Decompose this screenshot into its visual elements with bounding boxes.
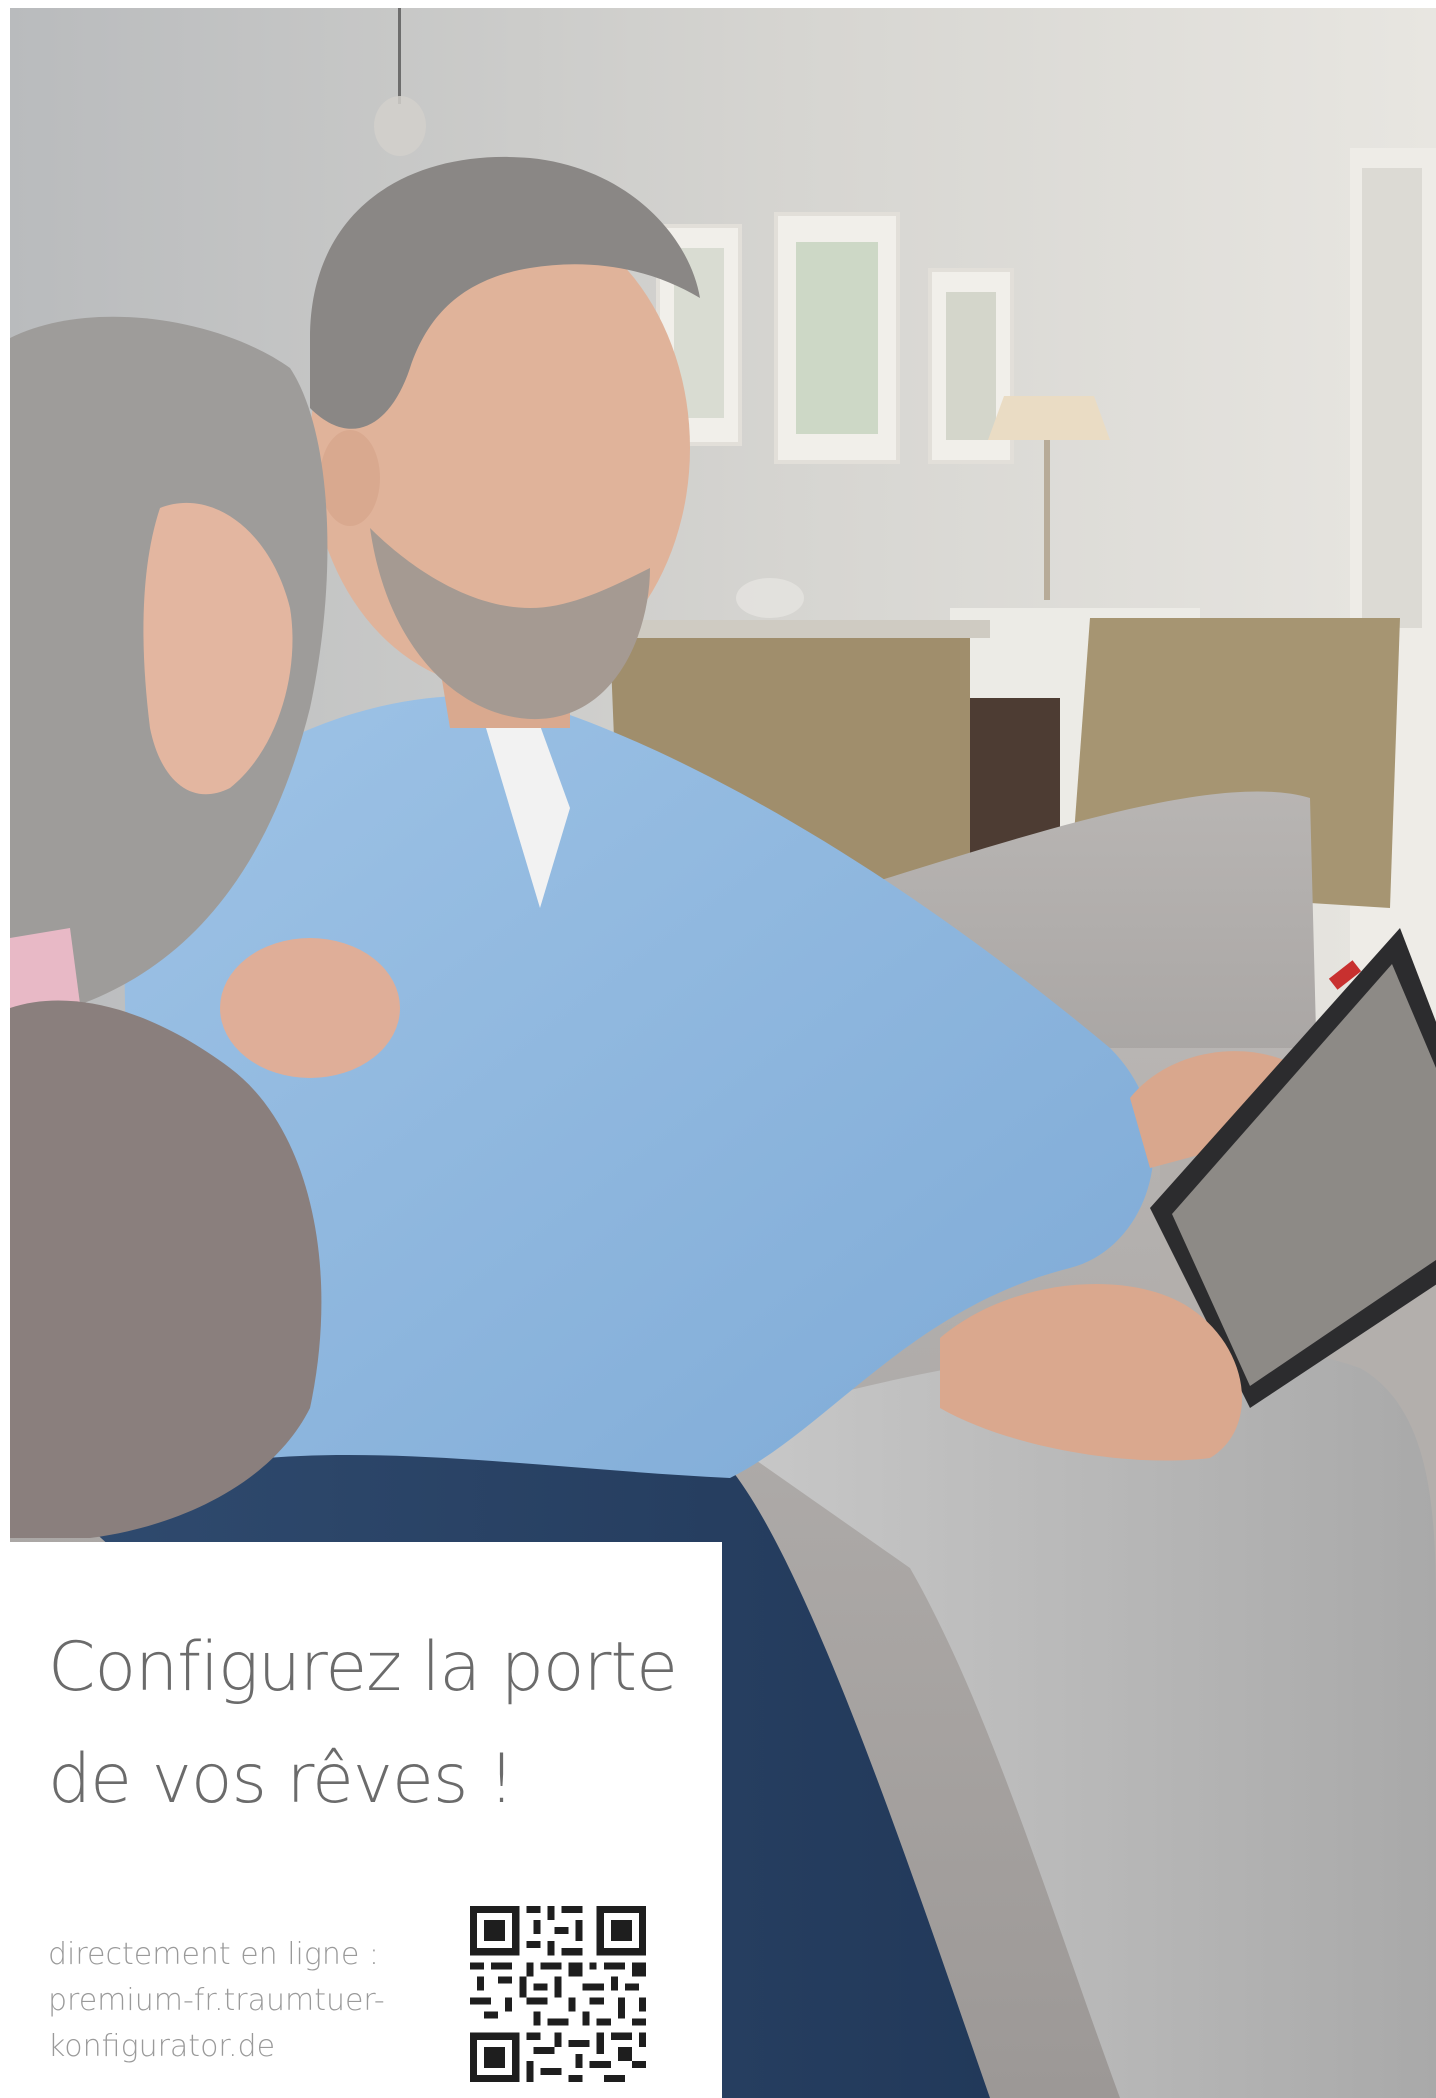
cta-url-line-1[interactable]: premium-fr.traumtuer-: [48, 1978, 448, 2024]
headline-line-1: Configurez la porte: [48, 1628, 678, 1707]
qr-code-icon[interactable]: [470, 1906, 646, 2082]
headline-line-2: de vos rêves !: [48, 1740, 515, 1819]
cta-url-line-2[interactable]: konfigurator.de: [48, 2024, 448, 2070]
online-configurator-text: directement en ligne : premium-fr.traumt…: [48, 1932, 448, 2070]
cta-line-1: directement en ligne :: [48, 1937, 380, 1972]
text-panel: Configurez la porte de vos rêves ! direc…: [0, 1542, 722, 2098]
headline: Configurez la porte de vos rêves !: [48, 1612, 708, 1836]
brochure-page: Configurez la porte de vos rêves ! direc…: [0, 0, 1436, 2098]
